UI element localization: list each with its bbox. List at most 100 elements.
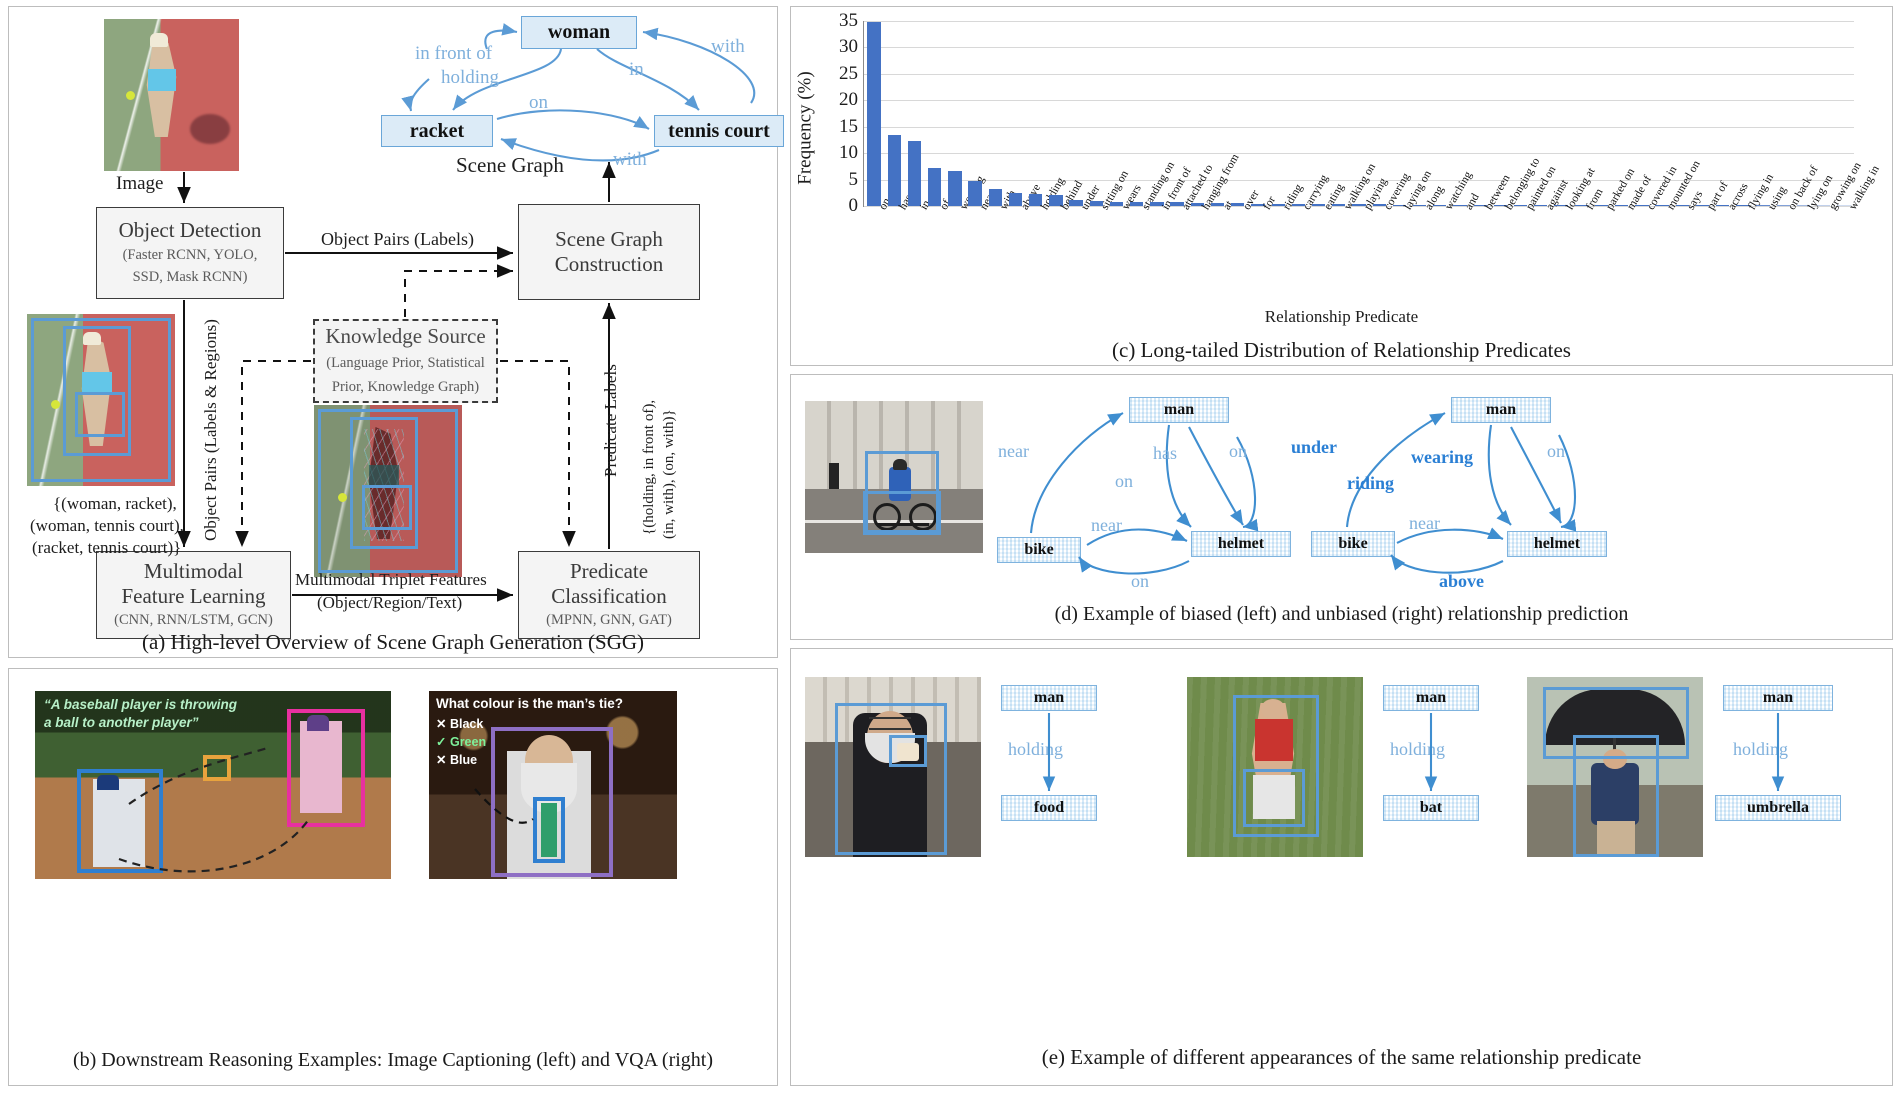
edge-label-predicate-set-2: (in, with), (on, with)} bbox=[661, 409, 677, 539]
e-photo-food bbox=[805, 677, 981, 857]
chart-ytick-label: 30 bbox=[839, 36, 858, 58]
panel-d-bias: man bike helmet man bike helmet near on … bbox=[790, 374, 1893, 640]
panel-b-caption: (b) Downstream Reasoning Examples: Image… bbox=[72, 1049, 714, 1071]
panel-a-overview: Image woman racket tennis court in front… bbox=[8, 6, 784, 658]
chart-bar bbox=[907, 141, 922, 206]
d-biased-edge-near-mid: near bbox=[1091, 515, 1122, 535]
e-node-subject-0-label: man bbox=[1033, 689, 1065, 706]
box-predicate-classification: Predicate Classification (MPNN, GNN, GAT… bbox=[518, 551, 700, 639]
d-unbiased-edge-on: on bbox=[1547, 441, 1565, 461]
d-unbiased-node-man: man bbox=[1451, 397, 1551, 423]
sg-node-woman: woman bbox=[521, 16, 637, 49]
vqa-option-1-label: Green bbox=[449, 735, 487, 749]
chart-ytick-label: 0 bbox=[848, 195, 859, 216]
e-node-object-2-label: umbrella bbox=[1747, 799, 1809, 816]
d-biased-edge-near-left: near bbox=[998, 441, 1029, 461]
edge-label-predicate-set-1: {(holding, in front of), bbox=[641, 399, 657, 535]
chart-gridline bbox=[864, 47, 1854, 49]
vqa-option-0: ✕ Black bbox=[436, 716, 483, 731]
pc-line2: Classification bbox=[551, 583, 667, 608]
e-node-subject-2: man bbox=[1723, 685, 1833, 711]
chart-gridline bbox=[864, 153, 1854, 155]
d-unbiased-edge-near: near bbox=[1409, 513, 1440, 533]
vqa-option-2: ✕ Blue bbox=[436, 752, 477, 767]
e-node-object-0-label: food bbox=[1033, 799, 1065, 816]
scene-graph-title: Scene Graph bbox=[456, 153, 564, 177]
knowledge-source-sub2: Prior, Knowledge Graph) bbox=[331, 378, 480, 395]
object-pairs-text-line1: {(woman, racket), bbox=[53, 494, 177, 513]
chart-ytick-label: 25 bbox=[839, 62, 858, 84]
box-object-detection: Object Detection (Faster RCNN, YOLO, SSD… bbox=[96, 207, 284, 299]
e-edge-1: holding bbox=[1390, 739, 1446, 759]
e-photo-bat bbox=[1187, 677, 1363, 857]
sgc-line2: Construction bbox=[554, 252, 664, 276]
panel-c-longtail-chart: Frequency (%) 05101520253035onhasinofwea… bbox=[790, 6, 1893, 366]
d-biased-node-bike: bike bbox=[997, 537, 1081, 563]
chart-gridline bbox=[864, 73, 1854, 75]
e-node-object-2: umbrella bbox=[1715, 795, 1841, 821]
d-biased-node-man: man bbox=[1129, 397, 1229, 423]
sg-edge-label-on: on bbox=[529, 92, 548, 113]
tennis-photo-detections bbox=[27, 314, 175, 486]
vqa-option-2-mark: ✕ bbox=[436, 753, 447, 767]
d-biased-edge-on-bottom: on bbox=[1131, 571, 1149, 591]
object-detection-sub1: (Faster RCNN, YOLO, bbox=[122, 246, 258, 263]
d-unbiased-edge-under: under bbox=[1291, 437, 1338, 457]
d-biased-edge-on-mid: on bbox=[1115, 471, 1133, 491]
panel-d-caption: (d) Example of biased (left) and unbiase… bbox=[1054, 603, 1629, 625]
sgc-line1: Scene Graph bbox=[555, 227, 663, 252]
e-edge-0: holding bbox=[1008, 739, 1064, 759]
sg-node-racket: racket bbox=[381, 115, 493, 147]
panel-e-caption: (e) Example of different appearances of … bbox=[1041, 1045, 1642, 1069]
e-node-subject-2-label: man bbox=[1762, 689, 1794, 706]
d-biased-node-bike-label: bike bbox=[1024, 541, 1054, 558]
d-unbiased-edge-wearing: wearing bbox=[1411, 447, 1473, 467]
chart-xtick-label: riding bbox=[1281, 182, 1306, 212]
object-pairs-text-line3: (racket, tennis court)} bbox=[32, 538, 182, 557]
chart-plot-area: 05101520253035onhasinofwearingnearwithab… bbox=[839, 10, 1882, 216]
d-unbiased-node-helmet-label: helmet bbox=[1533, 535, 1581, 552]
vqa-option-0-mark: ✕ bbox=[436, 717, 447, 731]
sg-edge-label-in-front-of: in front of bbox=[415, 43, 493, 64]
chart-bar bbox=[887, 134, 901, 206]
vqa-option-2-label: Blue bbox=[449, 753, 478, 767]
panel-c-caption: (c) Long-tailed Distribution of Relation… bbox=[1112, 338, 1571, 362]
chart-bar bbox=[867, 21, 881, 206]
d-biased-node-helmet-label: helmet bbox=[1217, 535, 1265, 552]
box-scene-graph-construction: Scene Graph Construction bbox=[518, 204, 700, 300]
d-unbiased-edge-above: above bbox=[1439, 571, 1484, 591]
e-node-subject-0: man bbox=[1001, 685, 1097, 711]
chart-gridline bbox=[864, 21, 1854, 22]
tennis-photo-multimodal bbox=[314, 405, 462, 577]
vqa-question: What colour is the man’s tie? bbox=[436, 696, 624, 711]
vqa-photo: What colour is the man’s tie? ✕ Black ✓ … bbox=[429, 691, 677, 879]
d-unbiased-node-man-label: man bbox=[1485, 401, 1517, 418]
chart-ytick-label: 20 bbox=[839, 89, 858, 111]
box-knowledge-source: Knowledge Source (Language Prior, Statis… bbox=[313, 319, 498, 403]
chart-ylabel: Frequency (%) bbox=[795, 71, 816, 185]
chart-ytick-label: 35 bbox=[839, 10, 858, 31]
panel-b-downstream: “A baseball player is throwing a ball to… bbox=[8, 668, 778, 1086]
sg-edge-label-in: in bbox=[629, 59, 644, 80]
edge-label-multimodal-triplet-1: Multimodal Triplet Features bbox=[295, 570, 487, 589]
chart-xtick-label: over bbox=[1240, 188, 1262, 212]
chart-ytick-label: 10 bbox=[839, 142, 858, 164]
image-captioning-photo: “A baseball player is throwing a ball to… bbox=[35, 691, 391, 879]
chart-gridline bbox=[864, 100, 1854, 102]
e-node-object-1: bat bbox=[1383, 795, 1479, 821]
d-biased-edge-has: has bbox=[1153, 443, 1177, 463]
knowledge-source-title: Knowledge Source bbox=[325, 324, 486, 349]
object-detection-sub2: SSD, Mask RCNN) bbox=[132, 269, 248, 286]
vqa-option-0-label: Black bbox=[449, 717, 484, 731]
e-edge-2: holding bbox=[1733, 739, 1789, 759]
sg-node-woman-label: woman bbox=[547, 21, 611, 43]
edge-label-predicate-labels: Predicate Labels bbox=[601, 364, 620, 477]
chart-xtick-label: from bbox=[1584, 186, 1606, 212]
chart-xlabel: Relationship Predicate bbox=[1264, 307, 1419, 326]
edge-label-multimodal-triplet-2: (Object/Region/Text) bbox=[317, 593, 463, 612]
mfl-line2: Feature Learning bbox=[121, 583, 266, 608]
e-node-subject-1-label: man bbox=[1415, 689, 1447, 706]
object-detection-title: Object Detection bbox=[118, 218, 262, 243]
sg-node-racket-label: racket bbox=[409, 119, 465, 142]
chart-xtick-label: says bbox=[1685, 188, 1706, 212]
